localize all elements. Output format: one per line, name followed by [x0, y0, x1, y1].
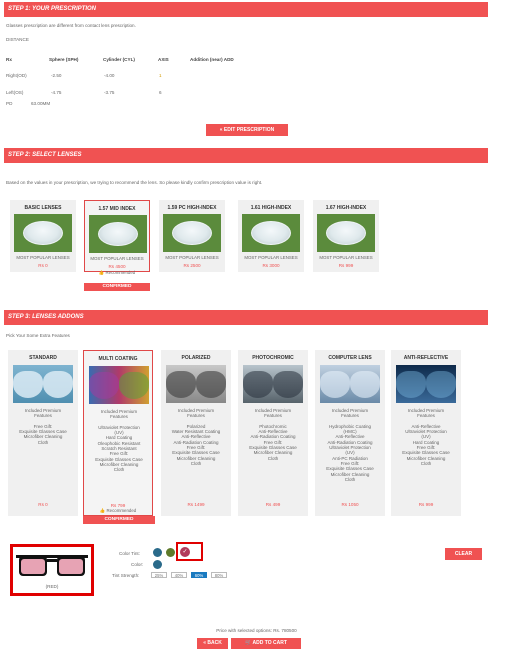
- lens-title: 1.59 PC HIGH-INDEX: [167, 205, 217, 211]
- rx-right-label: Right(OD): [6, 73, 27, 78]
- lens-title: 1.57 MID INDEX: [98, 206, 136, 212]
- addon-title: STANDARD: [29, 355, 57, 361]
- price-summary: Price with selected options: Rs. 780500: [216, 628, 297, 633]
- axis-header: AXIS: [158, 57, 169, 62]
- addon-card-computer-lens[interactable]: COMPUTER LENS Included Premium Features H…: [315, 350, 385, 516]
- addon-description: Included Premium Features Anti-Reflective…: [402, 408, 450, 466]
- addon-title: POLARIZED: [181, 355, 211, 361]
- addon-card-multi-coating[interactable]: MULTI COATING Included Premium Features U…: [83, 350, 153, 516]
- addon-card-photochromic[interactable]: PHOTOCHROMIC Included Premium Features Ph…: [238, 350, 308, 516]
- addon-card-polarized[interactable]: POLARIZED Included Premium Features Polar…: [161, 350, 231, 516]
- lens-tag: MOST POPULAR LENSES: [244, 255, 298, 260]
- clear-button[interactable]: CLEAR: [445, 548, 482, 560]
- rx-left-axis: 6: [159, 90, 162, 95]
- rx-right-axis: 1: [159, 73, 162, 78]
- color-swatch-blue[interactable]: [153, 560, 162, 569]
- pd-label: PD: [6, 101, 13, 106]
- lens-card-mid-index[interactable]: 1.57 MID INDEX MOST POPULAR LENSES Rs 45…: [84, 200, 150, 275]
- step1-header: STEP 1: YOUR PRESCRIPTION: [4, 2, 488, 17]
- lens-tag: MOST POPULAR LENSES: [90, 256, 144, 261]
- lens-price: Rs 3000: [262, 263, 280, 268]
- addon-price: Rs 499: [265, 502, 281, 507]
- lens-title: 1.61 HIGH-INDEX: [250, 205, 292, 211]
- addon-image: [166, 365, 226, 403]
- lens-image: [14, 214, 72, 252]
- recommended-label: 👍 Recommended: [99, 508, 137, 513]
- rx-right-cyl: -4.00: [104, 73, 115, 78]
- lens-image: [163, 214, 221, 252]
- rx-right-sph: -2.50: [51, 73, 62, 78]
- cyl-header: Cylinder (CYL): [103, 57, 135, 62]
- back-button[interactable]: « BACK: [197, 638, 228, 649]
- lens-price: Rs 4500: [108, 264, 126, 269]
- addon-title: PHOTOCHROMIC: [252, 355, 294, 361]
- lens-card-161-high-index[interactable]: 1.61 HIGH-INDEX MOST POPULAR LENSES Rs 3…: [238, 200, 304, 272]
- lens-image: [89, 215, 147, 253]
- addon-price: Rs 1499: [187, 502, 205, 507]
- lens-tag: MOST POPULAR LENSES: [165, 255, 219, 260]
- lens-price: Rs 2500: [183, 263, 201, 268]
- glasses-icon: [16, 555, 88, 576]
- pd-value: 63.00MM: [31, 101, 51, 106]
- tint-strength-25[interactable]: 25%: [151, 572, 167, 578]
- addon-title: ANTI-REFLECTIVE: [403, 355, 449, 361]
- lens-title: BASIC LENSES: [24, 205, 62, 211]
- color-tint-label: Color Tint:: [119, 551, 140, 556]
- lens-card-basic[interactable]: BASIC LENSES MOST POPULAR LENSES Rs 0: [10, 200, 76, 272]
- rx-left-cyl: -3.75: [104, 90, 115, 95]
- addon-image: [13, 365, 73, 403]
- addon-description: Included Premium Features Polarized Water …: [171, 408, 221, 466]
- step2-header: STEP 2: SELECT LENSES: [4, 148, 488, 163]
- tint-preview: (RED): [10, 544, 94, 596]
- addon-image: [396, 365, 456, 403]
- add-header: Addition (near) ADD: [190, 57, 234, 62]
- addons-note: Pick Your Some Extra Features: [6, 333, 70, 338]
- sph-header: Sphere (SPH): [49, 57, 79, 62]
- addon-image: [320, 365, 380, 403]
- prescription-note: Glasses prescription are different from …: [6, 23, 136, 28]
- lens-price: Rs 999: [338, 263, 354, 268]
- rx-header: Rx: [6, 57, 12, 62]
- lens-title: 1.67 HIGH-INDEX: [325, 205, 367, 211]
- tint-swatch-green[interactable]: [166, 548, 175, 557]
- tint-strength-80[interactable]: 80%: [211, 572, 227, 578]
- addon-description: Included Premium Features Photochromic Ant…: [249, 408, 297, 461]
- tint-strength-label: Tint Strength:: [112, 573, 140, 578]
- lens-card-pc-high-index[interactable]: 1.59 PC HIGH-INDEX MOST POPULAR LENSES R…: [159, 200, 225, 272]
- addon-title: COMPUTER LENS: [328, 355, 372, 361]
- addon-card-anti-reflective[interactable]: ANTI-REFLECTIVE Included Premium Features…: [391, 350, 461, 516]
- edit-prescription-button[interactable]: « EDIT PRESCRIPTION: [206, 124, 288, 136]
- lens-tag: MOST POPULAR LENSES: [319, 255, 373, 260]
- lens-image: [317, 214, 375, 252]
- lens-confirmed-badge: CONFIRMED: [84, 283, 150, 291]
- lens-card-167-high-index[interactable]: 1.67 HIGH-INDEX MOST POPULAR LENSES Rs 9…: [313, 200, 379, 272]
- recommended-label: 👍 Recommended: [98, 270, 136, 275]
- addon-title: MULTI COATING: [98, 356, 138, 362]
- addon-description: Included Premium Features Free Gift: Exqui…: [19, 408, 67, 445]
- rx-left-sph: -4.75: [51, 90, 62, 95]
- addon-image: [243, 365, 303, 403]
- lens-note: Based on the values in your prescription…: [6, 180, 263, 185]
- step3-header: STEP 3: LENSES ADDONS: [4, 310, 488, 325]
- tint-swatch-red-checkmark-icon[interactable]: ✓: [180, 547, 190, 557]
- addon-confirmed-badge: CONFIRMED: [83, 516, 155, 524]
- add-to-cart-button[interactable]: 🛒 ADD TO CART: [231, 638, 301, 649]
- lens-tag: MOST POPULAR LENSES: [16, 255, 70, 260]
- distance-label: DISTANCE: [6, 37, 29, 42]
- addon-price: Rs 999: [418, 502, 434, 507]
- color-label: Color:: [131, 562, 144, 567]
- addon-image: [89, 366, 149, 404]
- tint-swatch-blue[interactable]: [153, 548, 162, 557]
- addon-description: Included Premium Features Ultraviolet Pro…: [95, 409, 143, 473]
- tint-color-name: (RED): [45, 584, 59, 589]
- lens-price: Rs 0: [38, 263, 48, 268]
- addon-description: Included Premium Features Hydrophobic Coa…: [326, 408, 374, 482]
- tint-strength-60[interactable]: 60%: [191, 572, 207, 578]
- tint-strength-40[interactable]: 40%: [171, 572, 187, 578]
- rx-left-label: Left(OS): [6, 90, 24, 95]
- addon-price: Rs 1050: [341, 502, 359, 507]
- addon-card-standard[interactable]: STANDARD Included Premium Features Free G…: [8, 350, 78, 516]
- lens-image: [242, 214, 300, 252]
- addon-price: Rs 0: [38, 502, 48, 507]
